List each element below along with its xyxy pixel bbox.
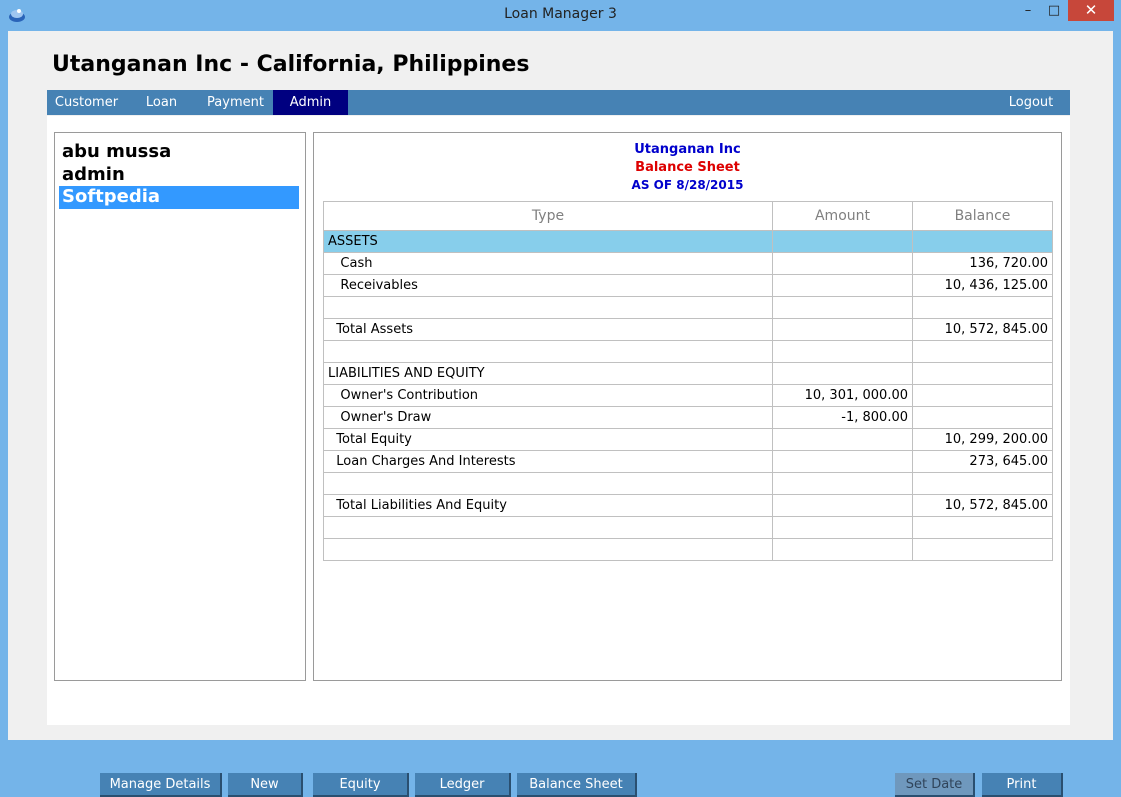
cell-type — [323, 472, 773, 495]
table-row: Receivables 10, 436, 125.00 — [323, 274, 1053, 297]
cell-type: Total Liabilities And Equity — [323, 494, 773, 517]
print-button[interactable]: Print — [982, 773, 1063, 797]
cell-type — [323, 340, 773, 363]
list-item-selected[interactable]: Softpedia — [59, 186, 299, 209]
cell-balance: 10, 436, 125.00 — [912, 274, 1053, 297]
cell-type: LIABILITIES AND EQUITY — [323, 362, 773, 385]
table-header-row: Type Amount Balance — [323, 201, 1053, 231]
column-header-amount: Amount — [772, 201, 913, 231]
manage-details-button[interactable]: Manage Details — [100, 773, 222, 797]
table-row: Loan Charges And Interests 273, 645.00 — [323, 450, 1053, 473]
table-row — [323, 296, 1053, 319]
cell-amount — [772, 516, 913, 539]
table-row: Total Equity 10, 299, 200.00 — [323, 428, 1053, 451]
new-button[interactable]: New — [228, 773, 303, 797]
cell-amount — [772, 494, 913, 517]
cell-balance — [912, 472, 1053, 495]
cell-amount — [772, 318, 913, 341]
list-item[interactable]: admin — [59, 164, 299, 187]
cell-type — [323, 516, 773, 539]
nav-payment[interactable]: Payment — [199, 90, 272, 115]
cell-balance — [912, 362, 1053, 385]
cell-type — [323, 296, 773, 319]
list-item[interactable]: abu mussa — [59, 141, 299, 164]
report-panel: Utanganan Inc Balance Sheet AS OF 8/28/2… — [313, 132, 1062, 681]
cell-balance — [912, 340, 1053, 363]
cell-type: Total Equity — [323, 428, 773, 451]
close-button[interactable]: ✕ — [1068, 0, 1114, 21]
equity-button[interactable]: Equity — [313, 773, 409, 797]
cell-balance — [912, 296, 1053, 319]
set-date-button[interactable]: Set Date — [895, 773, 975, 797]
cell-balance: 273, 645.00 — [912, 450, 1053, 473]
cell-type — [323, 538, 773, 561]
cell-amount — [772, 362, 913, 385]
column-header-balance: Balance — [912, 201, 1053, 231]
cell-amount — [772, 538, 913, 561]
user-list[interactable]: abu mussa admin Softpedia — [54, 132, 306, 681]
logout-link[interactable]: Logout — [998, 90, 1064, 115]
client-area: Utanganan Inc - California, Philippines … — [8, 31, 1113, 797]
cell-balance: 10, 572, 845.00 — [912, 318, 1053, 341]
cell-amount — [772, 450, 913, 473]
cell-balance — [912, 538, 1053, 561]
cell-amount — [772, 472, 913, 495]
table-row — [323, 472, 1053, 495]
balance-sheet-table: Type Amount Balance ASSETS Cash 136, 720.… — [323, 201, 1053, 561]
table-row — [323, 340, 1053, 363]
cell-amount: 10, 301, 000.00 — [772, 384, 913, 407]
cell-balance: 10, 299, 200.00 — [912, 428, 1053, 451]
cell-balance — [912, 516, 1053, 539]
cell-amount — [772, 274, 913, 297]
nav-bar: Customer Loan Payment Admin Logout — [47, 90, 1070, 115]
table-row: Owner's Draw -1, 800.00 — [323, 406, 1053, 429]
cell-type: ASSETS — [323, 230, 773, 253]
cell-amount: -1, 800.00 — [772, 406, 913, 429]
table-row: ASSETS — [323, 230, 1053, 253]
cell-type: Total Assets — [323, 318, 773, 341]
balance-sheet-button[interactable]: Balance Sheet — [517, 773, 637, 797]
cell-amount — [772, 340, 913, 363]
nav-loan[interactable]: Loan — [136, 90, 187, 115]
report-date: AS OF 8/28/2015 — [631, 178, 744, 192]
nav-customer[interactable]: Customer — [47, 90, 126, 115]
table-row: Owner's Contribution 10, 301, 000.00 — [323, 384, 1053, 407]
minimize-button[interactable]: – — [1016, 0, 1040, 21]
cell-type: Cash — [323, 252, 773, 275]
table-row — [323, 516, 1053, 539]
table-row: Cash 136, 720.00 — [323, 252, 1053, 275]
cell-balance: 136, 720.00 — [912, 252, 1053, 275]
table-row: Total Assets 10, 572, 845.00 — [323, 318, 1053, 341]
title-bar: Loan Manager 3 – □ ✕ — [0, 0, 1121, 31]
table-row: Total Liabilities And Equity 10, 572, 845… — [323, 494, 1053, 517]
cell-type: Owner's Contribution — [323, 384, 773, 407]
report-title: Balance Sheet — [635, 160, 740, 175]
cell-balance — [912, 384, 1053, 407]
column-header-type: Type — [323, 201, 773, 231]
cell-amount — [772, 296, 913, 319]
ledger-button[interactable]: Ledger — [415, 773, 511, 797]
nav-admin[interactable]: Admin — [273, 90, 348, 115]
cell-amount — [772, 230, 913, 253]
report-company: Utanganan Inc — [634, 142, 741, 157]
table-row — [323, 538, 1053, 561]
main-content: abu mussa admin Softpedia Utanganan Inc … — [47, 116, 1070, 797]
cell-type: Loan Charges And Interests — [323, 450, 773, 473]
cell-type: Receivables — [323, 274, 773, 297]
table-row: LIABILITIES AND EQUITY — [323, 362, 1053, 385]
cell-balance — [912, 230, 1053, 253]
cell-balance: 10, 572, 845.00 — [912, 494, 1053, 517]
page-title: Utanganan Inc - California, Philippines — [52, 52, 530, 77]
window-title: Loan Manager 3 — [504, 6, 617, 22]
cell-amount — [772, 428, 913, 451]
cell-amount — [772, 252, 913, 275]
cell-balance — [912, 406, 1053, 429]
maximize-button[interactable]: □ — [1042, 0, 1066, 21]
cell-type: Owner's Draw — [323, 406, 773, 429]
